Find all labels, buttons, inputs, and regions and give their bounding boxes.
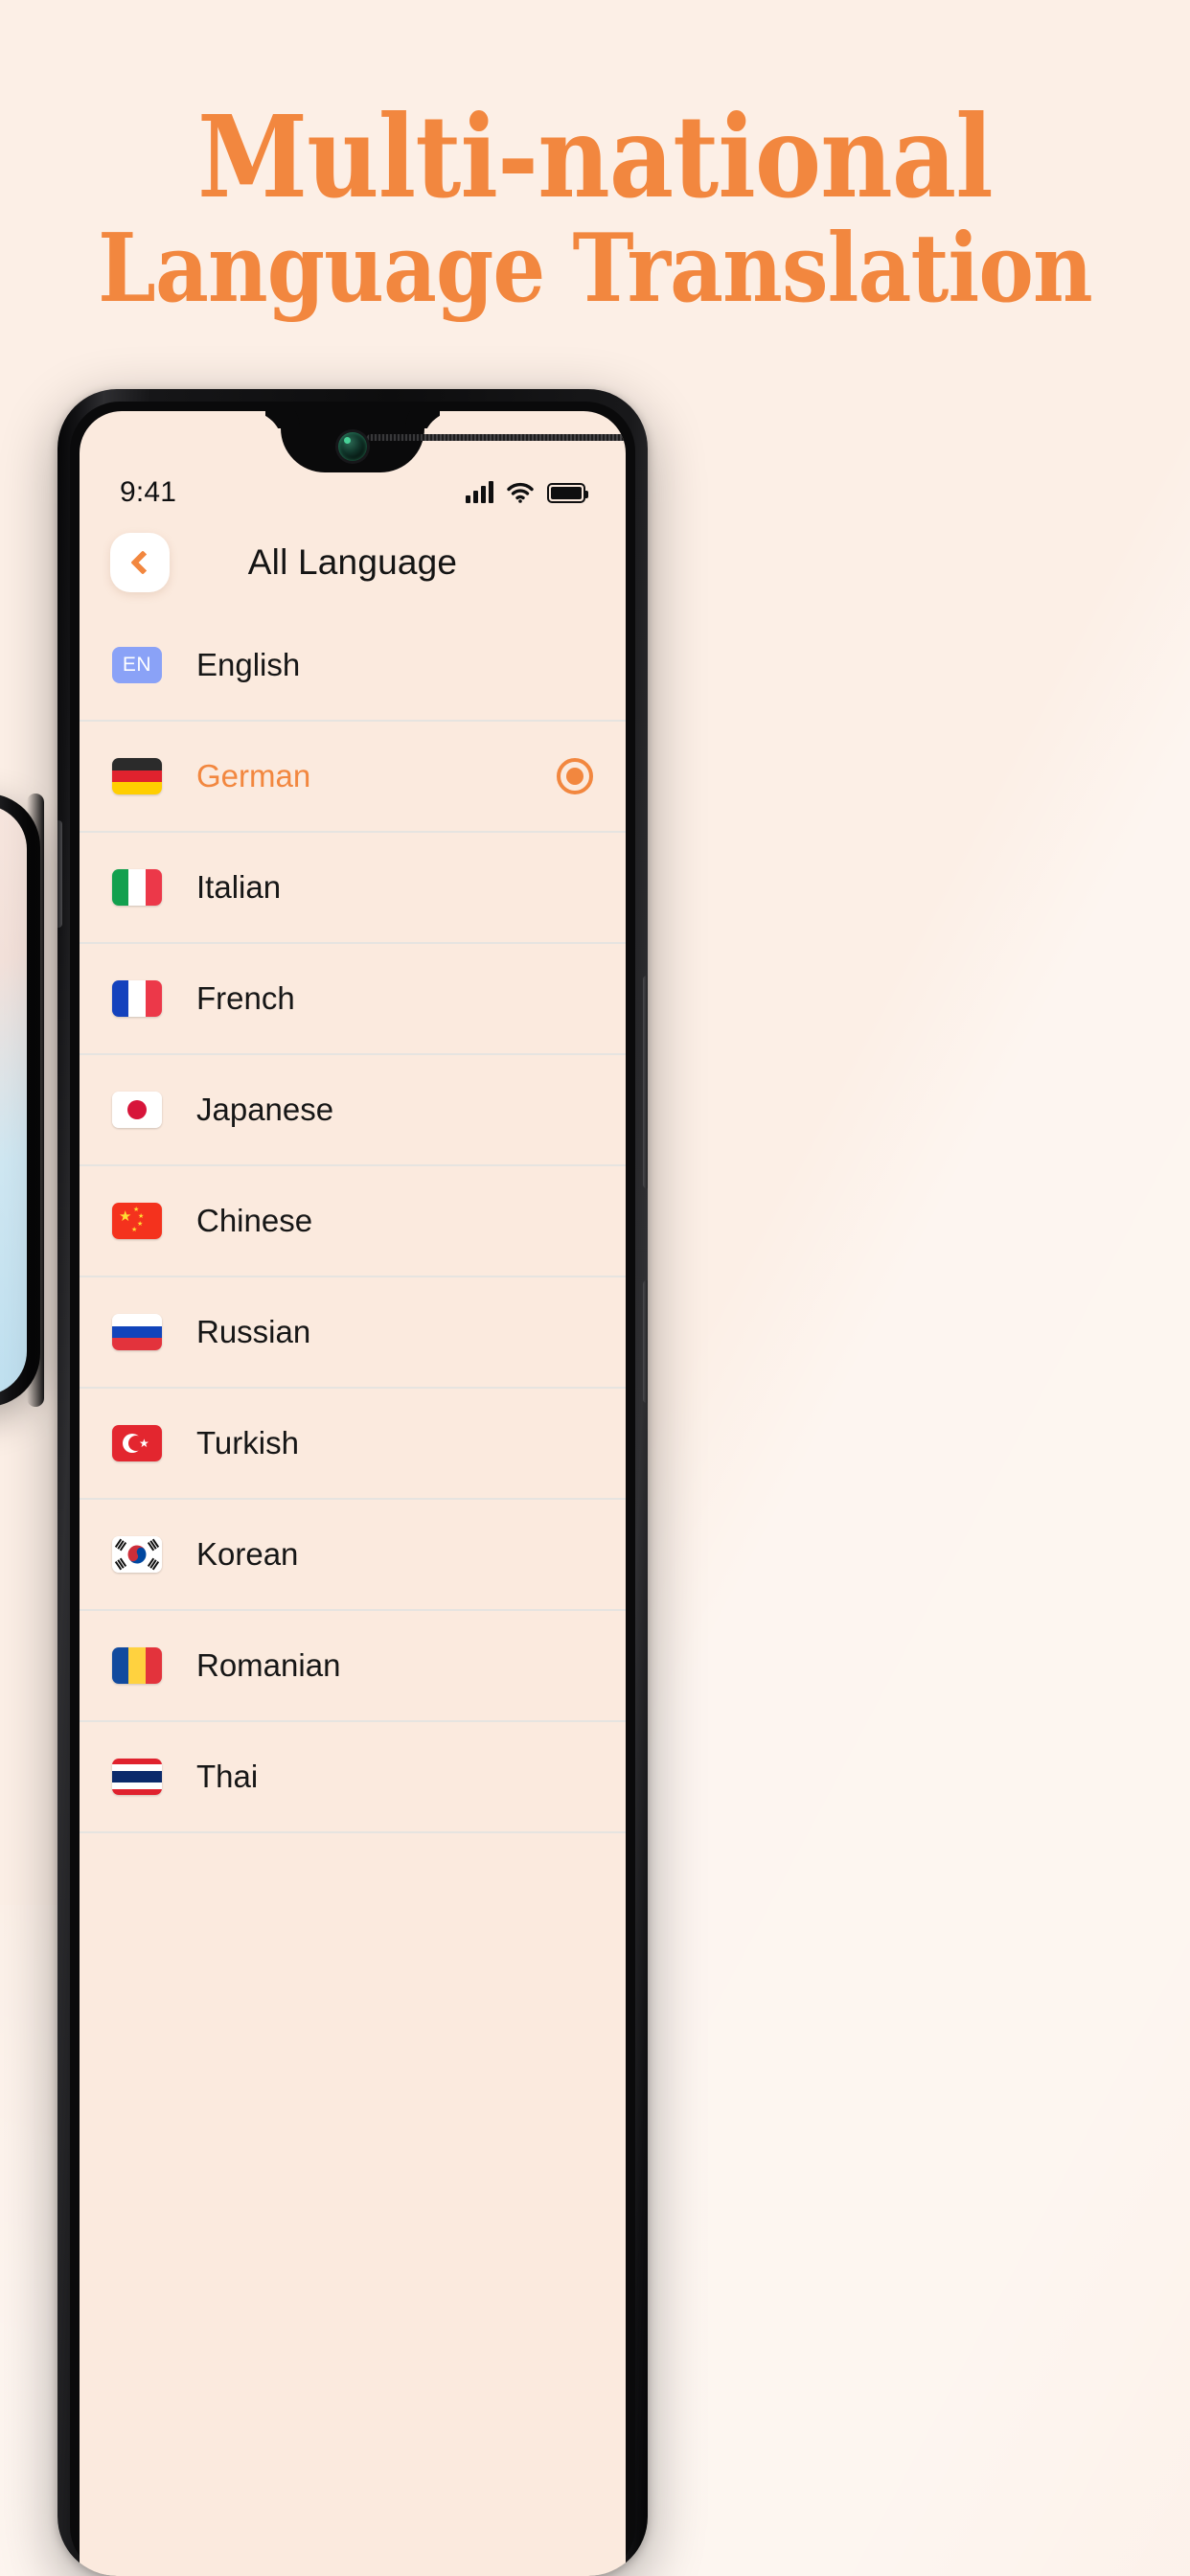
- language-label: Russian: [196, 1314, 311, 1349]
- flag-china-icon: ★ ★ ★ ★ ★: [112, 1203, 162, 1239]
- sim-tray: [57, 820, 62, 928]
- wifi-icon: [507, 482, 534, 503]
- front-camera-icon: [338, 432, 367, 461]
- list-item-german[interactable]: German: [80, 722, 626, 833]
- list-item-turkish[interactable]: ★ Turkish: [80, 1389, 626, 1500]
- phone-bezel: 9:41 All Language EN English German Ital…: [70, 402, 635, 2576]
- language-label: German: [196, 758, 311, 794]
- language-label: Romanian: [196, 1647, 341, 1683]
- language-label: Italian: [196, 869, 282, 905]
- chevron-left-icon: [130, 550, 155, 575]
- language-list: EN English German Italian French Japanes…: [80, 610, 626, 1833]
- list-item-italian[interactable]: Italian: [80, 833, 626, 944]
- language-label: Turkish: [196, 1425, 299, 1460]
- list-item-japanese[interactable]: Japanese: [80, 1055, 626, 1166]
- cellular-signal-icon: [466, 481, 493, 503]
- power-button[interactable]: [643, 1280, 648, 1403]
- status-bar: 9:41: [80, 471, 626, 515]
- flag-romania-icon: [112, 1647, 162, 1684]
- flag-korea-icon: [112, 1536, 162, 1573]
- headline-line-1: Multi-national: [197, 90, 994, 223]
- secondary-phone-mockup: [0, 794, 44, 1407]
- flag-japan-icon: [112, 1092, 162, 1128]
- volume-button[interactable]: [643, 976, 648, 1188]
- radio-selected-icon[interactable]: [557, 758, 593, 794]
- language-label: English: [196, 647, 301, 682]
- phone-mockup: 9:41 All Language EN English German Ital…: [57, 389, 648, 2576]
- list-item-chinese[interactable]: ★ ★ ★ ★ ★ Chinese: [80, 1166, 626, 1277]
- flag-germany-icon: [112, 758, 162, 794]
- battery-full-icon: [547, 482, 588, 503]
- language-label: French: [196, 980, 295, 1016]
- back-button[interactable]: [110, 533, 170, 592]
- status-icons: [466, 481, 588, 503]
- headline-line-2: Language Translation: [98, 214, 1093, 325]
- list-item-korean[interactable]: Korean: [80, 1500, 626, 1611]
- flag-turkey-icon: ★: [112, 1425, 162, 1461]
- page-title: Multi-national Language Translation: [0, 90, 1190, 325]
- flag-en-badge-icon: EN: [112, 647, 162, 683]
- earpiece-speaker-icon: [367, 434, 626, 441]
- list-item-french[interactable]: French: [80, 944, 626, 1055]
- flag-italy-icon: [112, 869, 162, 906]
- list-item-russian[interactable]: Russian: [80, 1277, 626, 1389]
- secondary-phone-edge: [27, 794, 44, 1407]
- language-label: Korean: [196, 1536, 299, 1572]
- flag-france-icon: [112, 980, 162, 1017]
- language-label: Japanese: [196, 1092, 334, 1127]
- language-label: Chinese: [196, 1203, 313, 1238]
- list-item-thai[interactable]: Thai: [80, 1722, 626, 1833]
- app-header: All Language: [80, 518, 626, 607]
- phone-screen: 9:41 All Language EN English German Ital…: [80, 411, 626, 2576]
- flag-russia-icon: [112, 1314, 162, 1350]
- flag-thailand-icon: [112, 1759, 162, 1795]
- list-item-english[interactable]: EN English: [80, 610, 626, 722]
- language-label: Thai: [196, 1759, 259, 1794]
- status-time: 9:41: [120, 476, 177, 508]
- list-item-romanian[interactable]: Romanian: [80, 1611, 626, 1722]
- secondary-phone-screen: [0, 805, 27, 1395]
